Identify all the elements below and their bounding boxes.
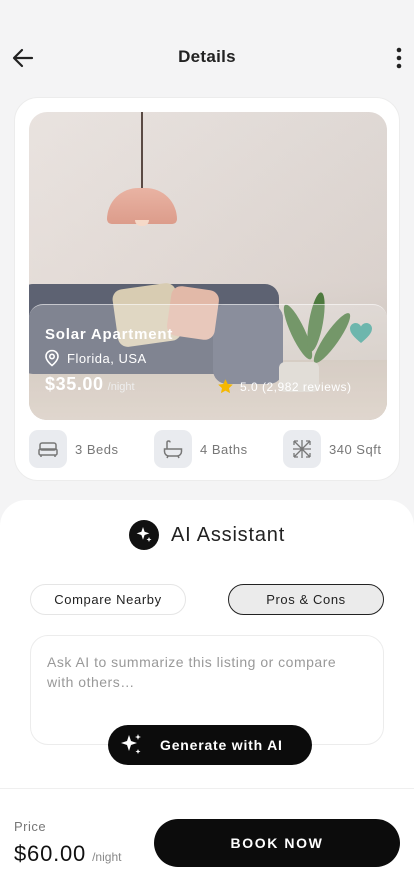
- ai-assistant-title: AI Assistant: [170, 523, 286, 546]
- bathtub-icon: [154, 430, 192, 468]
- listing-location: Florida, USA: [43, 348, 147, 368]
- tab-compare-nearby[interactable]: Compare Nearby: [30, 584, 186, 615]
- listing-price-unit: /night: [107, 381, 135, 393]
- heart-icon[interactable]: [349, 322, 373, 344]
- more-vertical-icon[interactable]: [392, 45, 406, 71]
- amenity-beds: 3 Beds: [29, 430, 118, 468]
- amenity-label: 3 Beds: [75, 441, 119, 457]
- star-icon: [217, 378, 234, 395]
- amenity-label: 4 Baths: [200, 441, 248, 457]
- ai-assistant-header: AI Assistant: [0, 520, 414, 550]
- amenity-label: 340 Sqft: [329, 441, 382, 457]
- amenities-row: 3 Beds 4 Baths 340 Sqft: [29, 430, 387, 468]
- page-title: Details: [178, 47, 236, 66]
- price-label: Price: [14, 819, 47, 834]
- generate-with-ai-button[interactable]: Generate with AI: [108, 725, 312, 765]
- generate-button-label: Generate with AI: [160, 737, 283, 753]
- sparkle-icon: [128, 520, 159, 550]
- location-pin-icon: [43, 349, 61, 367]
- listing-name: Solar Apartment: [45, 326, 174, 343]
- sparkle-icon: [118, 732, 144, 758]
- amenity-area: 340 Sqft: [283, 430, 381, 468]
- listing-photo[interactable]: Solar Apartment Florida, USA $35.00 /nig…: [29, 112, 387, 420]
- amenity-baths: 4 Baths: [154, 430, 248, 468]
- listing-price: $35.00 /night: [45, 374, 135, 395]
- listing-card: Solar Apartment Florida, USA $35.00 /nig…: [14, 97, 400, 481]
- book-now-button[interactable]: BOOK NOW: [154, 819, 400, 867]
- bottom-booking-bar: Price $60.00 /night BOOK NOW: [0, 788, 414, 896]
- footer-price: $60.00 /night: [14, 841, 121, 867]
- listing-price-value: $35.00: [45, 374, 104, 394]
- footer-price-unit: /night: [92, 850, 122, 864]
- tab-pros-cons[interactable]: Pros & Cons: [228, 584, 384, 615]
- listing-rating: 5.0 (2,982 reviews): [217, 378, 352, 395]
- footer-price-value: $60.00: [14, 841, 87, 866]
- rating-text: 5.0 (2,982 reviews): [240, 379, 352, 394]
- top-app-bar: Details: [0, 0, 414, 100]
- location-text: Florida, USA: [67, 350, 147, 366]
- bed-icon: [29, 430, 67, 468]
- area-icon: [283, 430, 321, 468]
- ai-assistant-panel: AI Assistant Compare Nearby Pros & Cons …: [0, 500, 414, 810]
- photo-lamp-cord: [141, 112, 143, 190]
